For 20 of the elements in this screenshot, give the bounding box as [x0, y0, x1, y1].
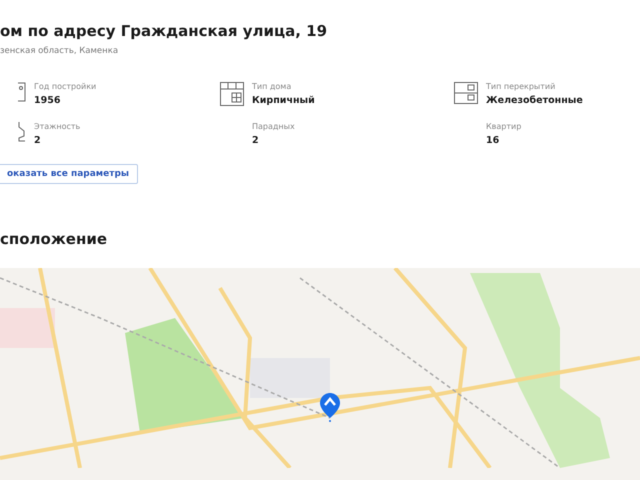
- page-title: ом по адресу Гражданская улица, 19: [0, 22, 328, 40]
- param-value: Железобетонные: [486, 95, 583, 106]
- floors-icon: [454, 82, 478, 104]
- param-value: 1956: [34, 95, 62, 106]
- show-all-params-button[interactable]: оказать все параметры: [0, 164, 138, 184]
- param-label: Этажность: [34, 122, 80, 131]
- param-label: Тип дома: [252, 82, 292, 91]
- region-text: зенская область, Каменка: [0, 46, 120, 56]
- param-value: 2: [34, 135, 42, 146]
- param-value: 2: [252, 135, 260, 146]
- param-label: Квартир: [486, 122, 522, 131]
- building-icon: [220, 82, 244, 106]
- param-label: Парадных: [252, 122, 295, 131]
- param-label: Тип перекрытий: [486, 82, 556, 91]
- location-pin-icon: [319, 392, 341, 422]
- section-heading: сположение: [0, 230, 108, 248]
- param-value: Кирпичный: [252, 95, 315, 106]
- document-icon: [18, 82, 26, 102]
- param-value: 16: [486, 135, 500, 146]
- param-label: Год постройки: [34, 82, 96, 91]
